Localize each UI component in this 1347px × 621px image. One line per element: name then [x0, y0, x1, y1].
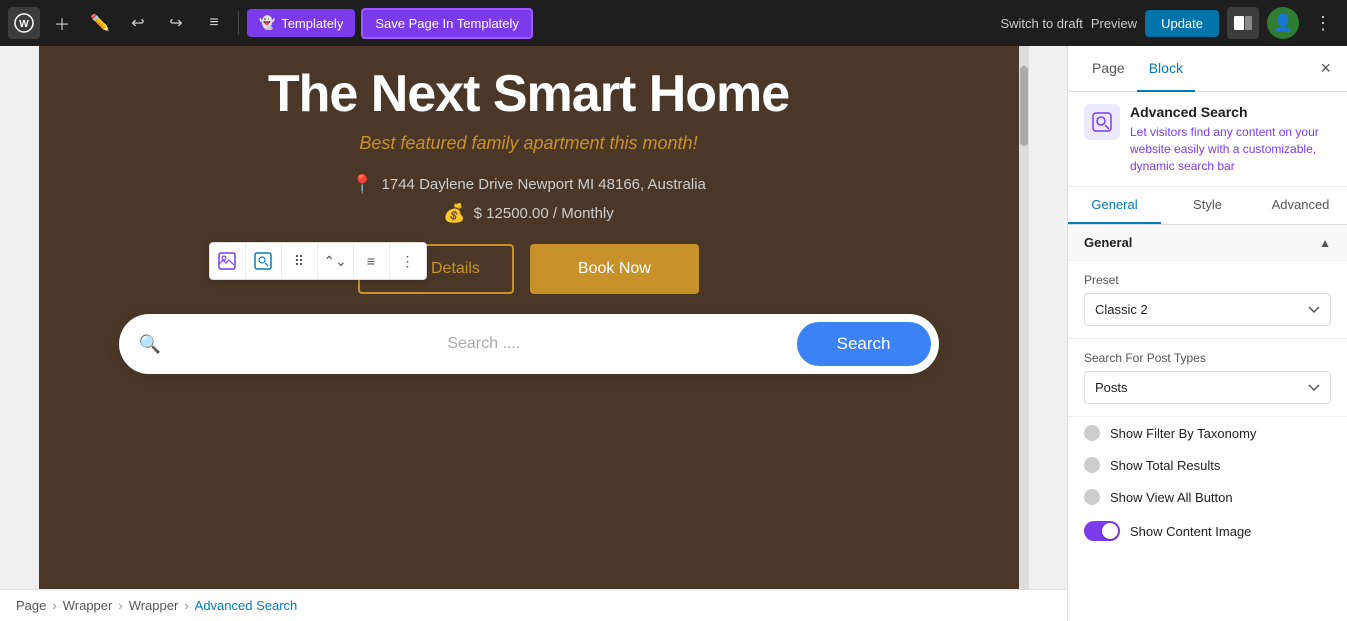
save-templately-button[interactable]: Save Page In Templately [361, 8, 533, 39]
breadcrumb-page[interactable]: Page [16, 598, 46, 613]
hero-address: 📍 1744 Daylene Drive Newport MI 48166, A… [79, 174, 979, 195]
canvas-content: The Next Smart Home Best featured family… [39, 46, 1019, 589]
toggle-view-all-button[interactable]: Show View All Button [1068, 481, 1347, 513]
panel-close-button[interactable]: × [1316, 54, 1335, 83]
tools-button[interactable]: ✏️ [84, 7, 116, 39]
svg-text:W: W [19, 19, 29, 30]
toggle-total-results-label: Show Total Results [1110, 458, 1220, 473]
toolbar-divider [238, 11, 239, 35]
search-button[interactable]: Search [797, 322, 931, 366]
sidebar-toggle-button[interactable] [1227, 7, 1259, 39]
block-info-text: Advanced Search Let visitors find any co… [1130, 104, 1331, 174]
redo-button[interactable]: ↪ [160, 7, 192, 39]
breadcrumb-advanced-search: Advanced Search [195, 598, 298, 613]
hero-section: The Next Smart Home Best featured family… [39, 46, 1019, 414]
breadcrumb-sep-1: › [52, 598, 56, 613]
templately-label: Templately [281, 16, 343, 31]
hero-buttons-row: ⠿ ⌃⌄ ≡ ⋮ View Details Book Now [79, 244, 979, 294]
breadcrumb-wrapper-2[interactable]: Wrapper [129, 598, 179, 613]
sub-tab-advanced[interactable]: Advanced [1254, 187, 1347, 224]
block-toolbar-move-icon[interactable]: ⌃⌄ [318, 243, 354, 279]
breadcrumb: Page › Wrapper › Wrapper › Advanced Sear… [0, 589, 1067, 621]
hero-price: 💰 $ 12500.00 / Monthly [79, 203, 979, 224]
toolbar-right: Switch to draft Preview Update 👤 ⋮ [1000, 7, 1339, 39]
preview-button[interactable]: Preview [1091, 16, 1137, 31]
price-icon: 💰 [443, 203, 465, 224]
breadcrumb-wrapper-1[interactable]: Wrapper [63, 598, 113, 613]
wp-logo-icon: W [14, 13, 34, 33]
update-button[interactable]: Update [1145, 10, 1219, 37]
switch-draft-button[interactable]: Switch to draft [1000, 16, 1082, 31]
toggle-content-image[interactable]: Show Content Image [1068, 513, 1347, 549]
toggle-view-all-label: Show View All Button [1110, 490, 1233, 505]
search-for-select[interactable]: Posts Pages Products [1084, 371, 1331, 404]
sub-tab-style[interactable]: Style [1161, 187, 1254, 224]
main-area: The Next Smart Home Best featured family… [0, 46, 1347, 621]
block-toolbar-align-icon[interactable]: ≡ [354, 243, 390, 279]
toggle-filter-taxonomy[interactable]: Show Filter By Taxonomy [1068, 417, 1347, 449]
search-input[interactable]: Search .... [171, 335, 797, 353]
hero-title: The Next Smart Home [79, 66, 979, 123]
toggle-content-image-thumb [1102, 523, 1118, 539]
add-block-button[interactable]: ＋ [46, 7, 78, 39]
sub-tab-general[interactable]: General [1068, 187, 1161, 224]
user-avatar-icon: 👤 [1273, 13, 1293, 33]
block-toolbar-search-icon[interactable] [246, 243, 282, 279]
section-chevron-icon: ▲ [1319, 236, 1331, 250]
general-section-header[interactable]: General ▲ [1068, 225, 1347, 261]
search-icon [254, 252, 272, 270]
toggle-total-results-indicator [1084, 457, 1100, 473]
image-icon [218, 252, 236, 270]
toggle-total-results[interactable]: Show Total Results [1068, 449, 1347, 481]
right-panel: Page Block × Advanced Search Let visitor… [1067, 46, 1347, 621]
toggle-filter-taxonomy-label: Show Filter By Taxonomy [1110, 426, 1256, 441]
sub-tabs: General Style Advanced [1068, 187, 1347, 225]
canvas-scroll-thumb [1020, 66, 1028, 146]
address-text: 1744 Daylene Drive Newport MI 48166, Aus… [382, 176, 706, 193]
book-now-button[interactable]: Book Now [530, 244, 699, 294]
tab-block[interactable]: Block [1137, 46, 1195, 92]
toggle-content-image-switch[interactable] [1084, 521, 1120, 541]
search-icon-wrap: 🔍 [139, 334, 161, 355]
canvas-wrapper: The Next Smart Home Best featured family… [0, 46, 1067, 589]
breadcrumb-sep-3: › [184, 598, 188, 613]
hero-subtitle: Best featured family apartment this mont… [79, 133, 979, 154]
user-options-button[interactable]: 👤 [1267, 7, 1299, 39]
advanced-search-icon [1092, 112, 1112, 132]
block-info: Advanced Search Let visitors find any co… [1068, 92, 1347, 187]
tab-page[interactable]: Page [1080, 46, 1137, 92]
breadcrumb-sep-2: › [118, 598, 122, 613]
preset-label: Preset [1084, 273, 1331, 287]
preset-field-group: Preset Classic 2 Classic 1 Classic 3 [1068, 261, 1347, 339]
block-toolbar-more-icon[interactable]: ⋮ [390, 243, 426, 279]
block-info-description: Let visitors find any content on your we… [1130, 124, 1331, 174]
block-toolbar-drag-icon[interactable]: ⠿ [282, 243, 318, 279]
templately-icon: 👻 [259, 15, 275, 31]
templately-button[interactable]: 👻 Templately [247, 9, 355, 37]
block-info-title: Advanced Search [1130, 104, 1331, 120]
toggle-view-all-indicator [1084, 489, 1100, 505]
preset-select[interactable]: Classic 2 Classic 1 Classic 3 [1084, 293, 1331, 326]
canvas-area: The Next Smart Home Best featured family… [0, 46, 1067, 621]
block-toolbar: ⠿ ⌃⌄ ≡ ⋮ [209, 242, 427, 280]
search-post-types-field-group: Search For Post Types Posts Pages Produc… [1068, 339, 1347, 417]
toggle-filter-taxonomy-indicator [1084, 425, 1100, 441]
search-for-label: Search For Post Types [1084, 351, 1331, 365]
search-bar-container[interactable]: 🔍 Search .... Search [119, 314, 939, 374]
price-text: $ 12500.00 / Monthly [474, 205, 614, 222]
undo-button[interactable]: ↩ [122, 7, 154, 39]
location-icon: 📍 [351, 174, 373, 195]
block-info-icon [1084, 104, 1120, 140]
list-view-button[interactable]: ≡ [198, 7, 230, 39]
block-toolbar-image-icon[interactable] [210, 243, 246, 279]
sidebar-toggle-icon [1234, 16, 1252, 30]
canvas-scroll-bar[interactable] [1019, 46, 1029, 589]
panel-tabs: Page Block × [1068, 46, 1347, 92]
wp-logo-button[interactable]: W [8, 7, 40, 39]
toolbar: W ＋ ✏️ ↩ ↪ ≡ 👻 Templately Save Page In T… [0, 0, 1347, 46]
general-section-label: General [1084, 235, 1132, 250]
more-options-button[interactable]: ⋮ [1307, 7, 1339, 39]
toggle-content-image-label: Show Content Image [1130, 524, 1251, 539]
